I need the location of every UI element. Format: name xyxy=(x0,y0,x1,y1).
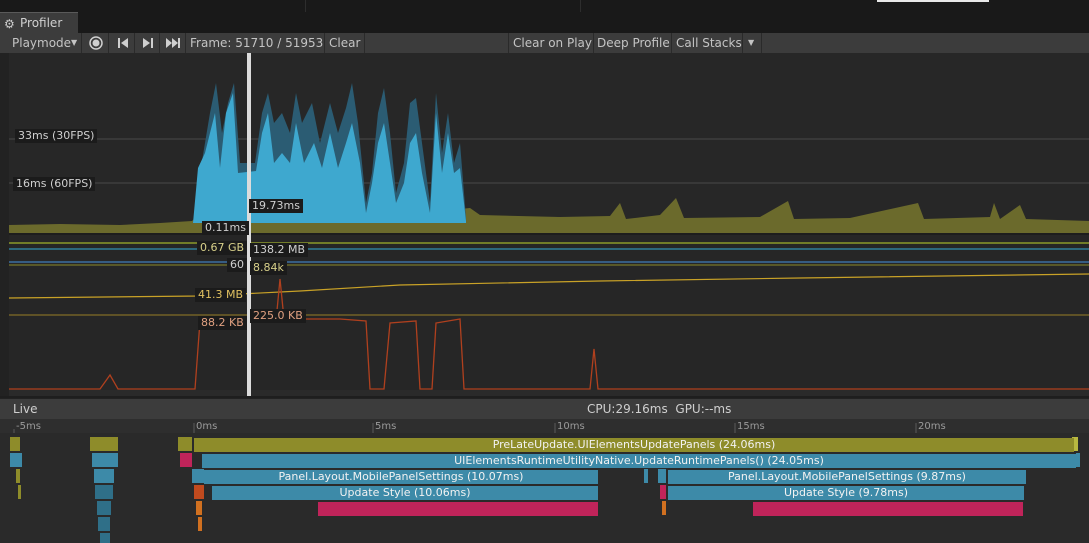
gpu-time: GPU:--ms xyxy=(675,402,732,416)
chart-graphics xyxy=(8,53,1089,396)
divider xyxy=(305,0,306,12)
next-frame-button[interactable] xyxy=(136,33,160,53)
step-forward-icon xyxy=(143,38,153,48)
chevron-down-icon: ▼ xyxy=(748,38,755,47)
ruler-tick: 10ms xyxy=(557,421,585,432)
ruler-tick: 5ms xyxy=(375,421,397,432)
divider xyxy=(580,0,581,12)
memory-total-label: 0.67 GB xyxy=(197,241,248,255)
ruler-tick: 20ms xyxy=(918,421,946,432)
record-button[interactable] xyxy=(85,33,109,53)
call-stacks-toggle[interactable]: Call Stacks xyxy=(672,33,743,53)
cpu-value-label: 19.73ms xyxy=(249,199,303,213)
threshold-33ms-label: 33ms (30FPS) xyxy=(15,129,98,143)
gc-alloc-right-label: 225.0 KB xyxy=(250,309,306,323)
sample-panel-layout-2[interactable]: Panel.Layout.MobilePanelSettings (9.87ms… xyxy=(668,470,1026,484)
gc-memory-line xyxy=(8,273,1089,299)
count-label: 8.84k xyxy=(250,261,287,275)
render-value-label: 0.11ms xyxy=(202,221,249,235)
cpu-module-bg xyxy=(9,53,1089,233)
sample-update-style-2[interactable]: Update Style (9.78ms) xyxy=(668,486,1024,500)
window-top-strip xyxy=(0,0,1089,12)
ruler-tick: 0ms xyxy=(196,421,218,432)
gc-alloc-left-label: 88.2 KB xyxy=(198,316,247,330)
chevron-down-icon: ▼ xyxy=(71,38,78,47)
tab-bar xyxy=(0,12,1089,34)
last-frame-button[interactable] xyxy=(161,33,186,53)
call-stacks-dropdown[interactable]: ▼ xyxy=(743,33,762,53)
deep-profile-toggle[interactable]: Deep Profile xyxy=(594,33,672,53)
ruler-tick: -5ms xyxy=(16,421,41,432)
sample-style-child-1[interactable] xyxy=(318,502,598,516)
sample-prelate-update[interactable]: PreLateUpdate.UIElementsUpdatePanels (24… xyxy=(194,438,1074,452)
tab-title: Profiler xyxy=(20,16,63,30)
sample-update-runtime-panels[interactable]: UIElementsRuntimeUtilityNative.UpdateRun… xyxy=(202,454,1076,468)
threshold-16ms-label: 16ms (60FPS) xyxy=(13,177,96,191)
sample-panel-layout-1[interactable]: Panel.Layout.MobilePanelSettings (10.07m… xyxy=(204,470,598,484)
tab-profiler[interactable]: ⚙ Profiler xyxy=(0,12,78,35)
timeline-header: Live CPU:29.16ms GPU:--ms xyxy=(0,398,1089,420)
clear-on-play-toggle[interactable]: Clear on Play xyxy=(508,33,594,53)
prev-frame-button[interactable] xyxy=(111,33,135,53)
playmode-dropdown[interactable]: Playmode ▼ xyxy=(0,33,82,53)
profiler-chart-area[interactable]: 33ms (30FPS) 16ms (60FPS) 19.73ms 0.11ms… xyxy=(0,53,1089,396)
fast-forward-icon xyxy=(166,38,180,48)
playmode-label: Playmode xyxy=(12,36,72,50)
profiler-toolbar: Playmode ▼ Frame: 51710 / 51953 Clear Cl… xyxy=(0,33,1089,54)
gc-memory-label: 41.3 MB xyxy=(195,288,247,302)
chart-left-gutter xyxy=(0,53,9,396)
profiler-gear-icon: ⚙ xyxy=(4,17,15,31)
field-edge xyxy=(877,0,989,2)
sample-style-child-2[interactable] xyxy=(753,502,1023,516)
step-back-icon xyxy=(118,38,128,48)
fps-label: 60 xyxy=(227,258,247,272)
cpu-time: CPU:29.16ms xyxy=(587,402,668,416)
mono-memory-label: 138.2 MB xyxy=(250,243,309,257)
frame-counter: Frame: 51710 / 51953 xyxy=(187,33,325,53)
record-icon xyxy=(89,36,103,50)
gc-alloc-line xyxy=(9,278,1089,390)
sample-update-style-1[interactable]: Update Style (10.06ms) xyxy=(212,486,598,500)
clear-button[interactable]: Clear xyxy=(326,33,365,53)
ruler-tick: 15ms xyxy=(737,421,765,432)
live-toggle[interactable]: Live xyxy=(13,402,38,416)
timeline-view[interactable]: -5ms 0ms 5ms 10ms 15ms 20ms PreLateUpdat… xyxy=(0,419,1089,543)
frame-stats: CPU:29.16ms GPU:--ms xyxy=(587,402,731,416)
